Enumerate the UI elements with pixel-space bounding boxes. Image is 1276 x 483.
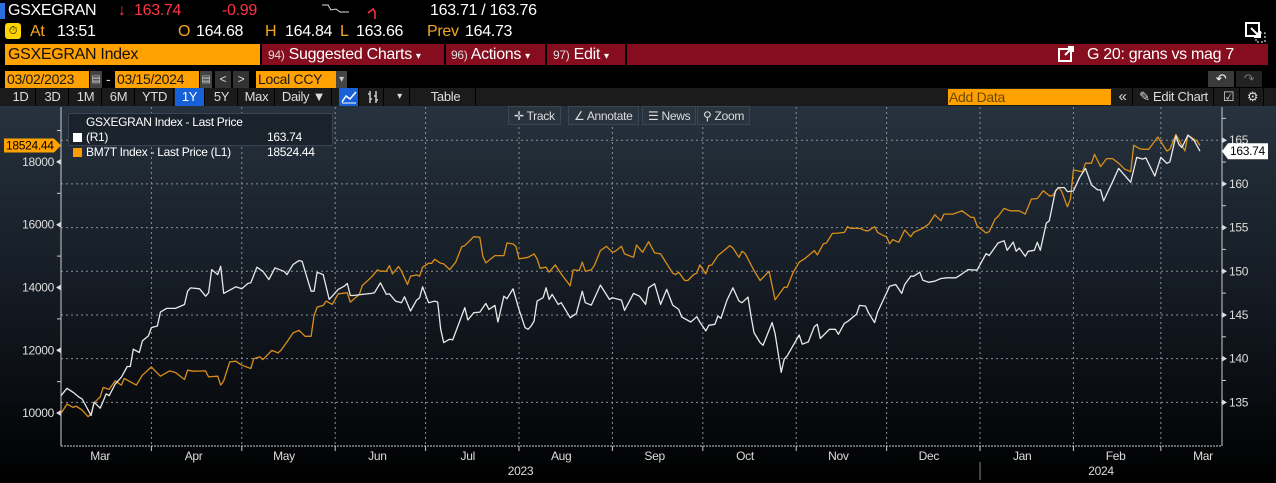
zoom-icon: ⚲ [703, 109, 712, 123]
tool-label: Annotate [586, 109, 633, 123]
y-right-tick-label: 160 [1229, 177, 1249, 191]
legend-label: GSXEGRAN Index - Last Price (R1) [86, 115, 243, 144]
x-year-label: 2024 [1088, 464, 1114, 478]
x-tick-label: Jul [461, 449, 475, 463]
y-right-tick-label: 145 [1229, 308, 1249, 322]
y-left-tick-label: 10000 [22, 406, 54, 420]
x-tick-label: Jun [368, 449, 386, 463]
legend-item-gsxegran[interactable]: GSXEGRAN Index - Last Price (R1) 163.74 [73, 115, 328, 145]
series-line-bm7t [60, 133, 1201, 418]
x-tick-label: May [273, 449, 295, 463]
news-tool[interactable]: ☰ News [642, 106, 697, 125]
y-left-tick [56, 284, 61, 291]
y-left-tick-label: 12000 [22, 343, 54, 357]
legend-value: 18524.44 [267, 145, 315, 159]
annotate-icon: ∠ [574, 109, 585, 123]
y-right-tick-label: 135 [1229, 395, 1249, 409]
y-right-tick [1222, 399, 1227, 406]
line-chart[interactable]: Mar Apr May Jun Jul Aug Sep Oct Nov Dec Jan Feb Mar 2… [0, 0, 1276, 483]
last-value-label-left: 18524.44 [6, 138, 54, 152]
x-tick-label: Apr [185, 449, 203, 463]
y-right-tick [1222, 180, 1227, 187]
y-left-tick [56, 410, 61, 417]
x-tick-label: Sep [644, 449, 665, 463]
x-tick-label: Mar [90, 449, 110, 463]
x-tick-label: Aug [551, 449, 571, 463]
tool-label: Track [526, 109, 555, 123]
y-left-tick [56, 221, 61, 228]
x-tick-label: Nov [828, 449, 849, 463]
tool-label: Zoom [714, 109, 745, 123]
news-icon: ☰ [648, 109, 659, 123]
y-right-tick [1222, 311, 1227, 318]
y-right-tick-label: 150 [1229, 264, 1249, 278]
legend-item-bm7t[interactable]: BM7T Index - Last Price (L1) 18524.44 [73, 145, 328, 160]
annotate-tool[interactable]: ∠ Annotate [568, 106, 639, 125]
y-left-tick-label: 18000 [22, 155, 54, 169]
y-right-tick [1222, 137, 1227, 144]
x-tick-label: Jan [1013, 449, 1031, 463]
legend-swatch-white [73, 133, 82, 142]
zoom-tool[interactable]: ⚲ Zoom [697, 106, 751, 125]
legend-value: 163.74 [267, 130, 302, 144]
legend-label: BM7T Index - Last Price (L1) [86, 145, 231, 159]
tool-label: News [661, 109, 691, 123]
legend-swatch-orange [73, 148, 82, 157]
x-year-label: 2023 [508, 464, 534, 478]
y-left-tick-label: 14000 [22, 280, 54, 294]
y-right-tick-label: 155 [1229, 221, 1249, 235]
series-line-gsxegran [60, 134, 1201, 417]
last-value-label-right: 163.74 [1230, 144, 1266, 158]
chart-legend[interactable]: GSXEGRAN Index - Last Price (R1) 163.74 B… [68, 113, 333, 159]
y-right-tick [1222, 268, 1227, 275]
y-left-tick-label: 16000 [22, 218, 54, 232]
x-tick-label: Feb [1106, 449, 1126, 463]
track-tool[interactable]: ✛ Track [508, 106, 561, 125]
x-tick-label: Dec [919, 449, 940, 463]
y-left-tick [56, 158, 61, 165]
crosshair-icon: ✛ [514, 109, 524, 123]
y-right-tick [1222, 224, 1227, 231]
y-left-tick [56, 347, 61, 354]
y-right-tick-label: 140 [1229, 352, 1249, 366]
x-tick-label: Mar [1193, 449, 1213, 463]
y-right-tick [1222, 355, 1227, 362]
x-tick-label: Oct [736, 449, 755, 463]
